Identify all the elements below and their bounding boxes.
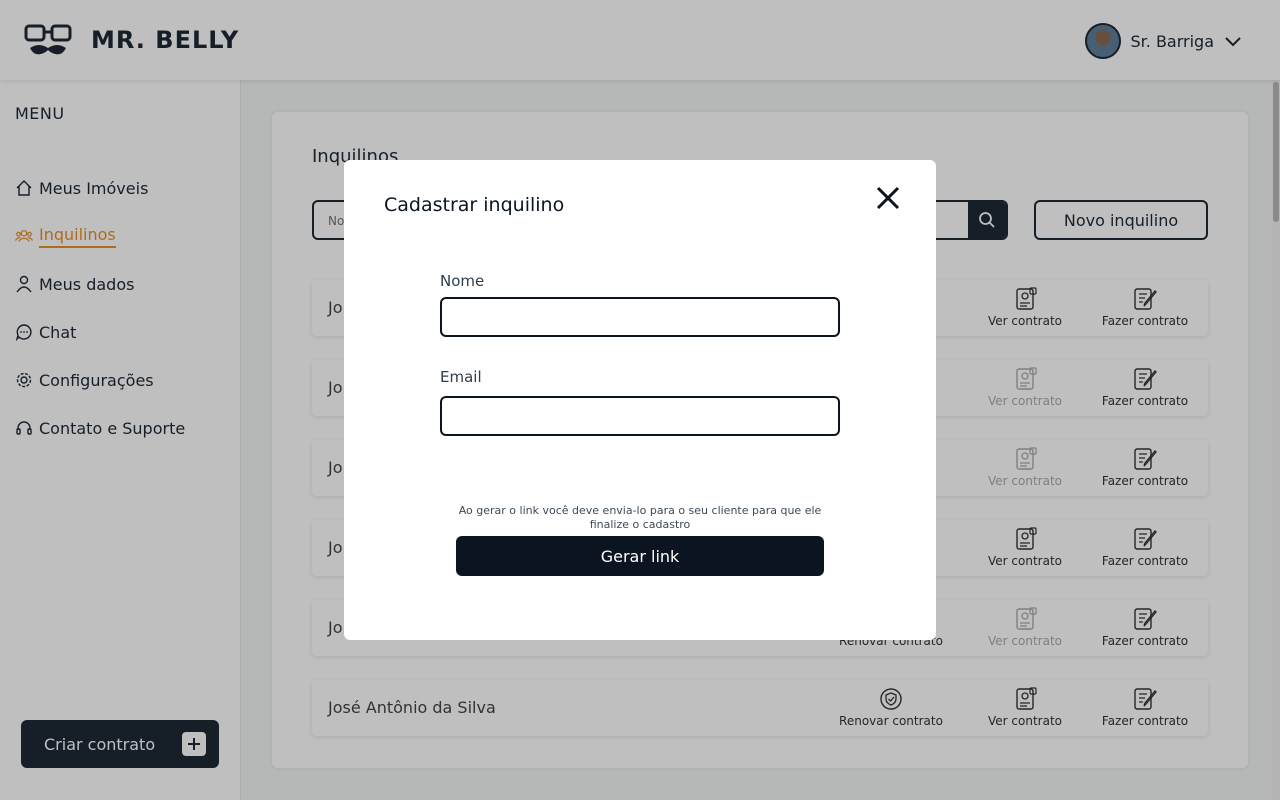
generate-link-hint: Ao gerar o link você deve envia-lo para … [458,504,822,531]
name-field[interactable] [440,297,840,337]
email-label: Email [440,368,482,386]
close-icon[interactable] [875,185,901,211]
register-tenant-modal: Cadastrar inquilino Nome Email Ao gerar … [344,160,936,640]
name-label: Nome [440,272,485,290]
email-field[interactable] [440,396,840,436]
modal-title: Cadastrar inquilino [384,194,565,216]
generate-link-button[interactable]: Gerar link [456,536,824,576]
